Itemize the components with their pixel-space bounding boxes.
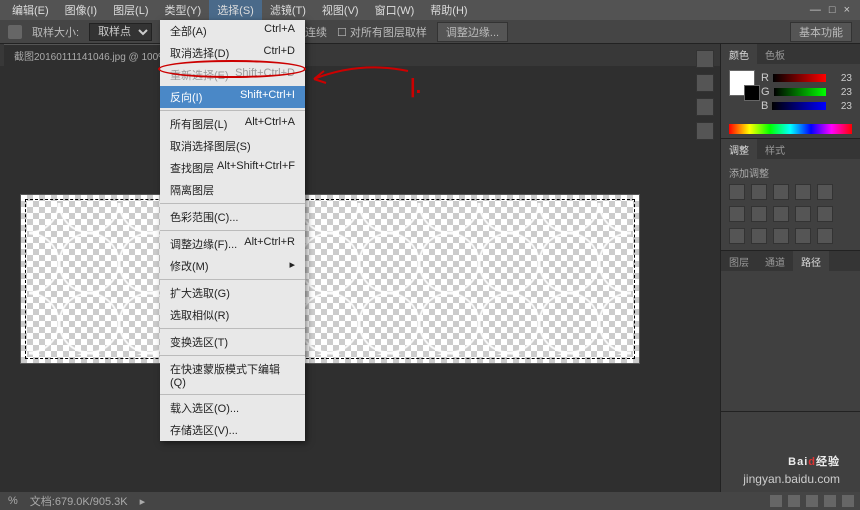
menu-select[interactable]: 选择(S) — [209, 0, 262, 20]
gradient-map-icon[interactable] — [795, 228, 811, 244]
stroke-path-icon[interactable] — [788, 495, 800, 507]
eyedropper-icon[interactable] — [8, 25, 22, 39]
vibrance-icon[interactable] — [817, 184, 833, 200]
tab-paths[interactable]: 路径 — [793, 251, 829, 272]
trash-icon[interactable] — [842, 495, 854, 507]
photo-filter-icon[interactable] — [773, 206, 789, 222]
tab-styles[interactable]: 样式 — [757, 139, 793, 160]
b-label: B — [761, 100, 768, 112]
menu-item[interactable]: 扩大选取(G) — [160, 282, 305, 304]
fill-path-icon[interactable] — [770, 495, 782, 507]
menu-view[interactable]: 视图(V) — [314, 0, 367, 20]
levels-icon[interactable] — [751, 184, 767, 200]
tab-color[interactable]: 颜色 — [721, 44, 757, 65]
refine-edge-button[interactable]: 调整边缘... — [437, 22, 508, 42]
document-canvas[interactable] — [20, 194, 640, 364]
brightness-icon[interactable] — [729, 184, 745, 200]
status-bar: % 文档:679.0K/905.3K ▸ — [0, 492, 860, 510]
invert-icon[interactable] — [729, 228, 745, 244]
selective-color-icon[interactable] — [817, 228, 833, 244]
menu-item[interactable]: 色彩范围(C)... — [160, 206, 305, 228]
tab-adjustments[interactable]: 调整 — [721, 139, 757, 160]
lookup-icon[interactable] — [817, 206, 833, 222]
paragraph-icon[interactable] — [696, 122, 714, 140]
sample-size-select[interactable]: 取样点 — [89, 23, 152, 41]
selection-marquee — [25, 199, 635, 359]
menu-image[interactable]: 图像(I) — [57, 0, 105, 20]
doc-size: 文档:679.0K/905.3K — [30, 493, 128, 509]
b-value: 23 — [830, 101, 852, 112]
menu-item[interactable]: 反向(I)Shift+Ctrl+I — [160, 86, 305, 108]
tab-channels[interactable]: 通道 — [757, 251, 793, 272]
menu-edit[interactable]: 编辑(E) — [4, 0, 57, 20]
new-path-icon[interactable] — [824, 495, 836, 507]
menu-layer[interactable]: 图层(L) — [105, 0, 156, 20]
tab-layers[interactable]: 图层 — [721, 251, 757, 272]
menu-item[interactable]: 存储选区(V)... — [160, 419, 305, 441]
minimize-icon[interactable]: — — [810, 4, 821, 16]
panel-footer-icons — [764, 492, 860, 510]
maximize-icon[interactable]: □ — [829, 4, 836, 16]
all-layers-checkbox[interactable]: ☐ 对所有图层取样 — [337, 24, 427, 40]
menu-item[interactable]: 修改(M)▸ — [160, 255, 305, 277]
menu-item[interactable]: 变换选区(T) — [160, 331, 305, 353]
canvas-area — [0, 66, 720, 492]
menu-item[interactable]: 调整边缘(F)...Alt+Ctrl+R — [160, 233, 305, 255]
play-icon[interactable] — [696, 74, 714, 92]
workspace-button[interactable]: 基本功能 — [790, 22, 852, 42]
history-icon[interactable] — [696, 50, 714, 68]
hue-icon[interactable] — [729, 206, 745, 222]
menu-help[interactable]: 帮助(H) — [422, 0, 475, 20]
close-icon[interactable]: × — [844, 4, 850, 16]
menu-item[interactable]: 载入选区(O)... — [160, 397, 305, 419]
watermark: Baid经验 jingyan.baidu.com — [743, 441, 840, 486]
menu-item[interactable]: 取消选择(D)Ctrl+D — [160, 42, 305, 64]
r-label: R — [761, 72, 769, 84]
menu-window[interactable]: 窗口(W) — [367, 0, 423, 20]
right-panels: 颜色 色板 R 23 G 23 B 23 调整 样式 添加调整 — [720, 44, 860, 492]
menu-type[interactable]: 类型(Y) — [157, 0, 210, 20]
add-adjustment-label: 添加调整 — [729, 165, 852, 180]
menu-item[interactable]: 重新选择(E)Shift+Ctrl+D — [160, 64, 305, 86]
bw-icon[interactable] — [751, 206, 767, 222]
channel-mixer-icon[interactable] — [795, 206, 811, 222]
menu-item[interactable]: 全部(A)Ctrl+A — [160, 20, 305, 42]
zoom-value: % — [8, 495, 18, 507]
tab-swatches[interactable]: 色板 — [757, 44, 793, 65]
r-slider[interactable] — [773, 74, 826, 82]
menu-bar: 编辑(E) 图像(I) 图层(L) 类型(Y) 选择(S) 滤镜(T) 视图(V… — [0, 0, 860, 20]
menu-item[interactable]: 在快速蒙版模式下编辑(Q) — [160, 358, 305, 392]
menu-item[interactable]: 选取相似(R) — [160, 304, 305, 326]
menu-item[interactable]: 取消选择图层(S) — [160, 135, 305, 157]
brush-icon[interactable] — [696, 98, 714, 116]
select-menu-dropdown: 全部(A)Ctrl+A取消选择(D)Ctrl+D重新选择(E)Shift+Ctr… — [160, 20, 305, 441]
g-slider[interactable] — [774, 88, 826, 96]
collapsed-panels — [692, 50, 718, 140]
menu-item[interactable]: 隔离图层 — [160, 179, 305, 201]
foreground-swatch[interactable] — [729, 70, 755, 96]
hue-ramp[interactable] — [729, 124, 852, 134]
menu-item[interactable]: 所有图层(L)Alt+Ctrl+A — [160, 113, 305, 135]
g-label: G — [761, 86, 770, 98]
g-value: 23 — [830, 87, 852, 98]
options-bar: 取样大小: 取样点 ☐ 连续 ☐ 对所有图层取样 调整边缘... 基本功能 — [0, 20, 860, 44]
menu-item[interactable]: 查找图层Alt+Shift+Ctrl+F — [160, 157, 305, 179]
b-slider[interactable] — [772, 102, 826, 110]
exposure-icon[interactable] — [795, 184, 811, 200]
posterize-icon[interactable] — [751, 228, 767, 244]
menu-filter[interactable]: 滤镜(T) — [262, 0, 314, 20]
path-to-selection-icon[interactable] — [806, 495, 818, 507]
r-value: 23 — [830, 73, 852, 84]
sample-size-label: 取样大小: — [32, 24, 79, 40]
curves-icon[interactable] — [773, 184, 789, 200]
threshold-icon[interactable] — [773, 228, 789, 244]
paths-panel-body[interactable] — [721, 271, 860, 411]
